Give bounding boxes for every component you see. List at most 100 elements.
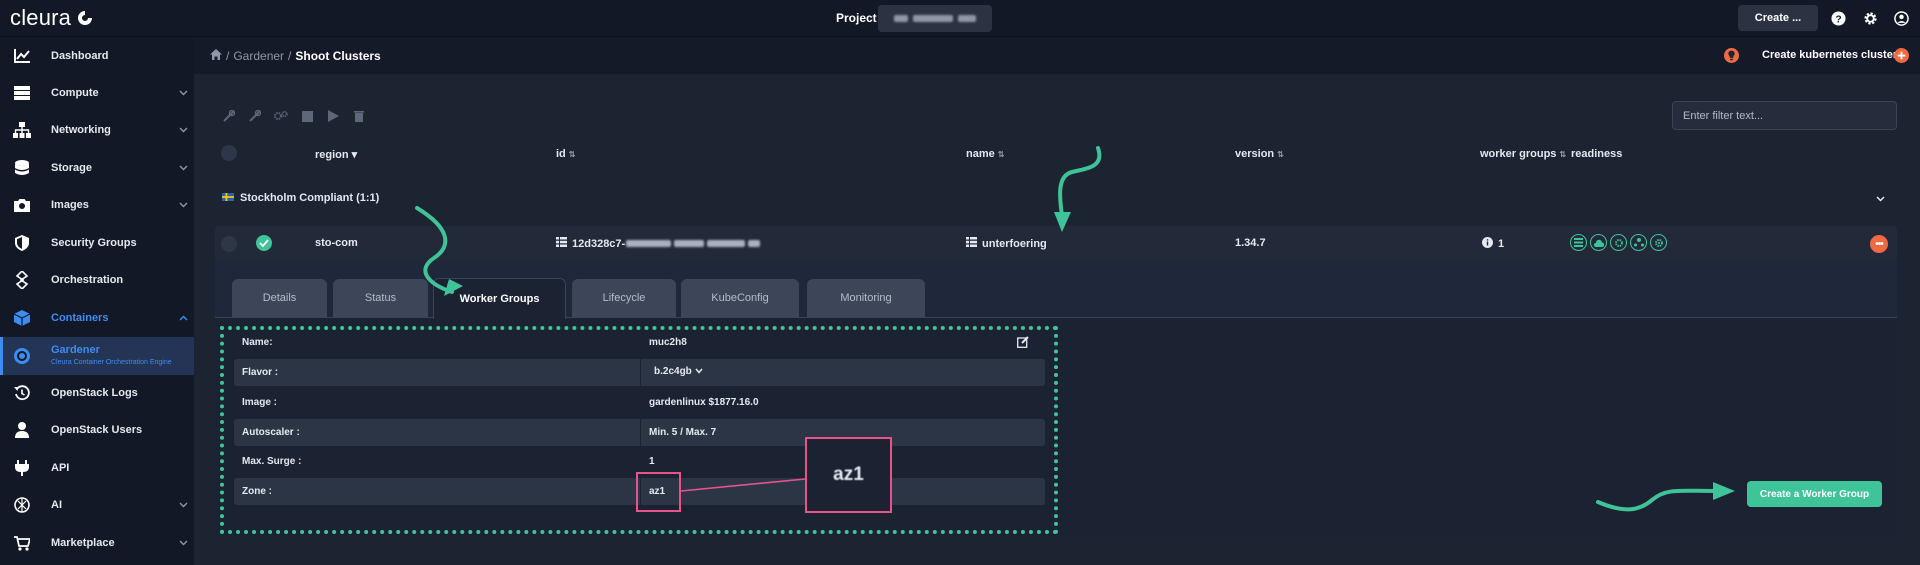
home-icon[interactable] bbox=[210, 49, 222, 63]
tab-kubeconfig[interactable]: KubeConfig bbox=[681, 279, 799, 317]
sidebar-item-orchestration[interactable]: Orchestration bbox=[0, 262, 194, 298]
cleura-logo[interactable]: cleura bbox=[10, 4, 94, 32]
wrench-icon[interactable] bbox=[222, 109, 236, 123]
sidebar-item-dashboard[interactable]: Dashboard bbox=[0, 38, 194, 74]
chart-icon bbox=[13, 47, 31, 65]
user-icon[interactable] bbox=[1893, 10, 1909, 26]
row-checkbox[interactable] bbox=[221, 236, 237, 252]
chevron-down-icon bbox=[178, 538, 188, 548]
zone-highlight-box bbox=[636, 472, 681, 512]
orchestration-icon bbox=[13, 271, 31, 289]
help-icon[interactable]: ? bbox=[1830, 10, 1846, 26]
sidebar-item-networking[interactable]: Networking bbox=[0, 112, 194, 148]
sidebar-item-label: Networking bbox=[51, 124, 111, 136]
list-icon bbox=[556, 237, 567, 250]
cleura-logo-icon bbox=[76, 9, 94, 27]
readiness-nodes-icon bbox=[1630, 234, 1647, 251]
column-header-version[interactable]: version ⇅ bbox=[1235, 148, 1284, 160]
play-icon[interactable] bbox=[326, 109, 340, 123]
cart-icon bbox=[13, 534, 31, 552]
tab-monitoring[interactable]: Monitoring bbox=[807, 279, 925, 317]
page-header: / Gardener / Shoot Clusters Create kuber… bbox=[194, 37, 1920, 74]
readiness-system-icon bbox=[1650, 234, 1667, 251]
cell-version: 1.34.7 bbox=[1235, 237, 1266, 249]
sweden-flag-icon bbox=[222, 192, 234, 204]
cell-id[interactable]: 12d328c7- bbox=[556, 237, 761, 250]
tab-status[interactable]: Status bbox=[333, 279, 428, 317]
zone-zoom-callout: az1 bbox=[805, 437, 892, 513]
chevron-down-icon bbox=[178, 125, 188, 135]
gears-icon[interactable] bbox=[274, 109, 288, 123]
sort-icon: ⇅ bbox=[1277, 149, 1284, 159]
chevron-down-icon[interactable] bbox=[1874, 193, 1886, 205]
network-icon bbox=[13, 121, 31, 139]
gear-icon[interactable] bbox=[1862, 10, 1878, 26]
project-selector[interactable] bbox=[878, 5, 992, 32]
user-icon bbox=[13, 421, 31, 439]
sort-icon: ⇅ bbox=[568, 149, 576, 159]
column-header-region[interactable]: region ▾ bbox=[315, 148, 358, 162]
filter-input[interactable] bbox=[1672, 101, 1897, 130]
page-title: Shoot Clusters bbox=[295, 49, 381, 63]
readiness-cloud-icon bbox=[1590, 234, 1607, 251]
create-kubernetes-cluster-label[interactable]: Create kubernetes cluster bbox=[1762, 49, 1897, 61]
shield-icon bbox=[13, 234, 31, 252]
column-header-worker-groups[interactable]: worker groups ⇅ bbox=[1480, 148, 1566, 160]
chevron-down-icon bbox=[178, 163, 188, 173]
create-menu-button[interactable]: Create ... bbox=[1738, 5, 1818, 31]
sidebar-item-ai[interactable]: AI bbox=[0, 487, 194, 523]
select-all-checkbox[interactable] bbox=[221, 145, 237, 161]
sidebar-item-openstack-users[interactable]: OpenStack Users bbox=[0, 412, 194, 448]
gardener-icon bbox=[13, 347, 31, 365]
project-label: Project bbox=[836, 11, 877, 25]
region-group-label: Stockholm Compliant (1:1) bbox=[240, 192, 380, 204]
lightbulb-icon[interactable] bbox=[1724, 48, 1739, 66]
breadcrumb-gardener[interactable]: Gardener bbox=[233, 49, 284, 63]
stop-icon[interactable] bbox=[300, 109, 314, 123]
create-worker-group-button[interactable]: Create a Worker Group bbox=[1747, 481, 1882, 507]
svg-text:?: ? bbox=[1835, 14, 1841, 25]
info-icon bbox=[1482, 237, 1493, 251]
sidebar-item-label: API bbox=[51, 462, 70, 474]
cell-name[interactable]: unterfoering bbox=[966, 237, 1047, 250]
sidebar-item-images[interactable]: Images bbox=[0, 187, 194, 223]
sidebar-item-openstack-logs[interactable]: OpenStack Logs bbox=[0, 375, 194, 411]
column-header-id[interactable]: id ⇅ bbox=[556, 148, 575, 160]
sort-desc-icon: ▾ bbox=[351, 149, 358, 161]
column-header-name[interactable]: name ⇅ bbox=[966, 148, 1004, 160]
status-ok-icon bbox=[256, 235, 272, 251]
sidebar-item-label: Marketplace bbox=[51, 537, 115, 549]
chevron-down-icon bbox=[178, 500, 188, 510]
sidebar-item-label: AI bbox=[51, 499, 62, 511]
sidebar-item-security-groups[interactable]: Security Groups bbox=[0, 225, 194, 261]
region-group-header[interactable]: Stockholm Compliant (1:1) bbox=[222, 192, 379, 204]
sidebar-item-label: Orchestration bbox=[51, 274, 124, 286]
tab-lifecycle[interactable]: Lifecycle bbox=[572, 279, 676, 317]
sidebar-item-label: Images bbox=[51, 199, 89, 211]
sidebar-item-storage[interactable]: Storage bbox=[0, 150, 194, 186]
sidebar-item-marketplace[interactable]: Marketplace bbox=[0, 525, 194, 561]
sidebar-item-label: Containers bbox=[51, 312, 109, 324]
sidebar-item-label: Security Groups bbox=[51, 237, 137, 249]
row-actions-button[interactable]: ••• bbox=[1870, 235, 1888, 253]
add-cluster-icon[interactable] bbox=[1894, 48, 1909, 66]
cell-region: sto-com bbox=[315, 237, 358, 249]
sidebar-item-compute[interactable]: Compute bbox=[0, 75, 194, 111]
sort-icon: ⇅ bbox=[997, 149, 1005, 159]
arrow-to-cluster-name bbox=[1058, 146, 1102, 218]
breadcrumb: / Gardener / Shoot Clusters bbox=[210, 49, 381, 63]
tab-worker-groups[interactable]: Worker Groups bbox=[433, 278, 566, 319]
wrench-icon[interactable] bbox=[248, 109, 262, 123]
chevron-up-icon bbox=[178, 313, 188, 323]
server-icon bbox=[13, 84, 31, 102]
list-icon bbox=[966, 237, 977, 250]
ai-icon bbox=[13, 496, 31, 514]
zone-zoom-text: az1 bbox=[833, 464, 864, 485]
sidebar-item-gardener[interactable]: Gardener Cleura Container Orchestration … bbox=[0, 337, 194, 375]
sidebar-item-api[interactable]: API bbox=[0, 450, 194, 486]
tab-details[interactable]: Details bbox=[232, 279, 327, 317]
plug-icon bbox=[13, 459, 31, 477]
sidebar-item-label: OpenStack Users bbox=[51, 424, 143, 436]
sidebar-item-containers[interactable]: Containers bbox=[0, 300, 194, 336]
trash-icon[interactable] bbox=[352, 109, 366, 123]
